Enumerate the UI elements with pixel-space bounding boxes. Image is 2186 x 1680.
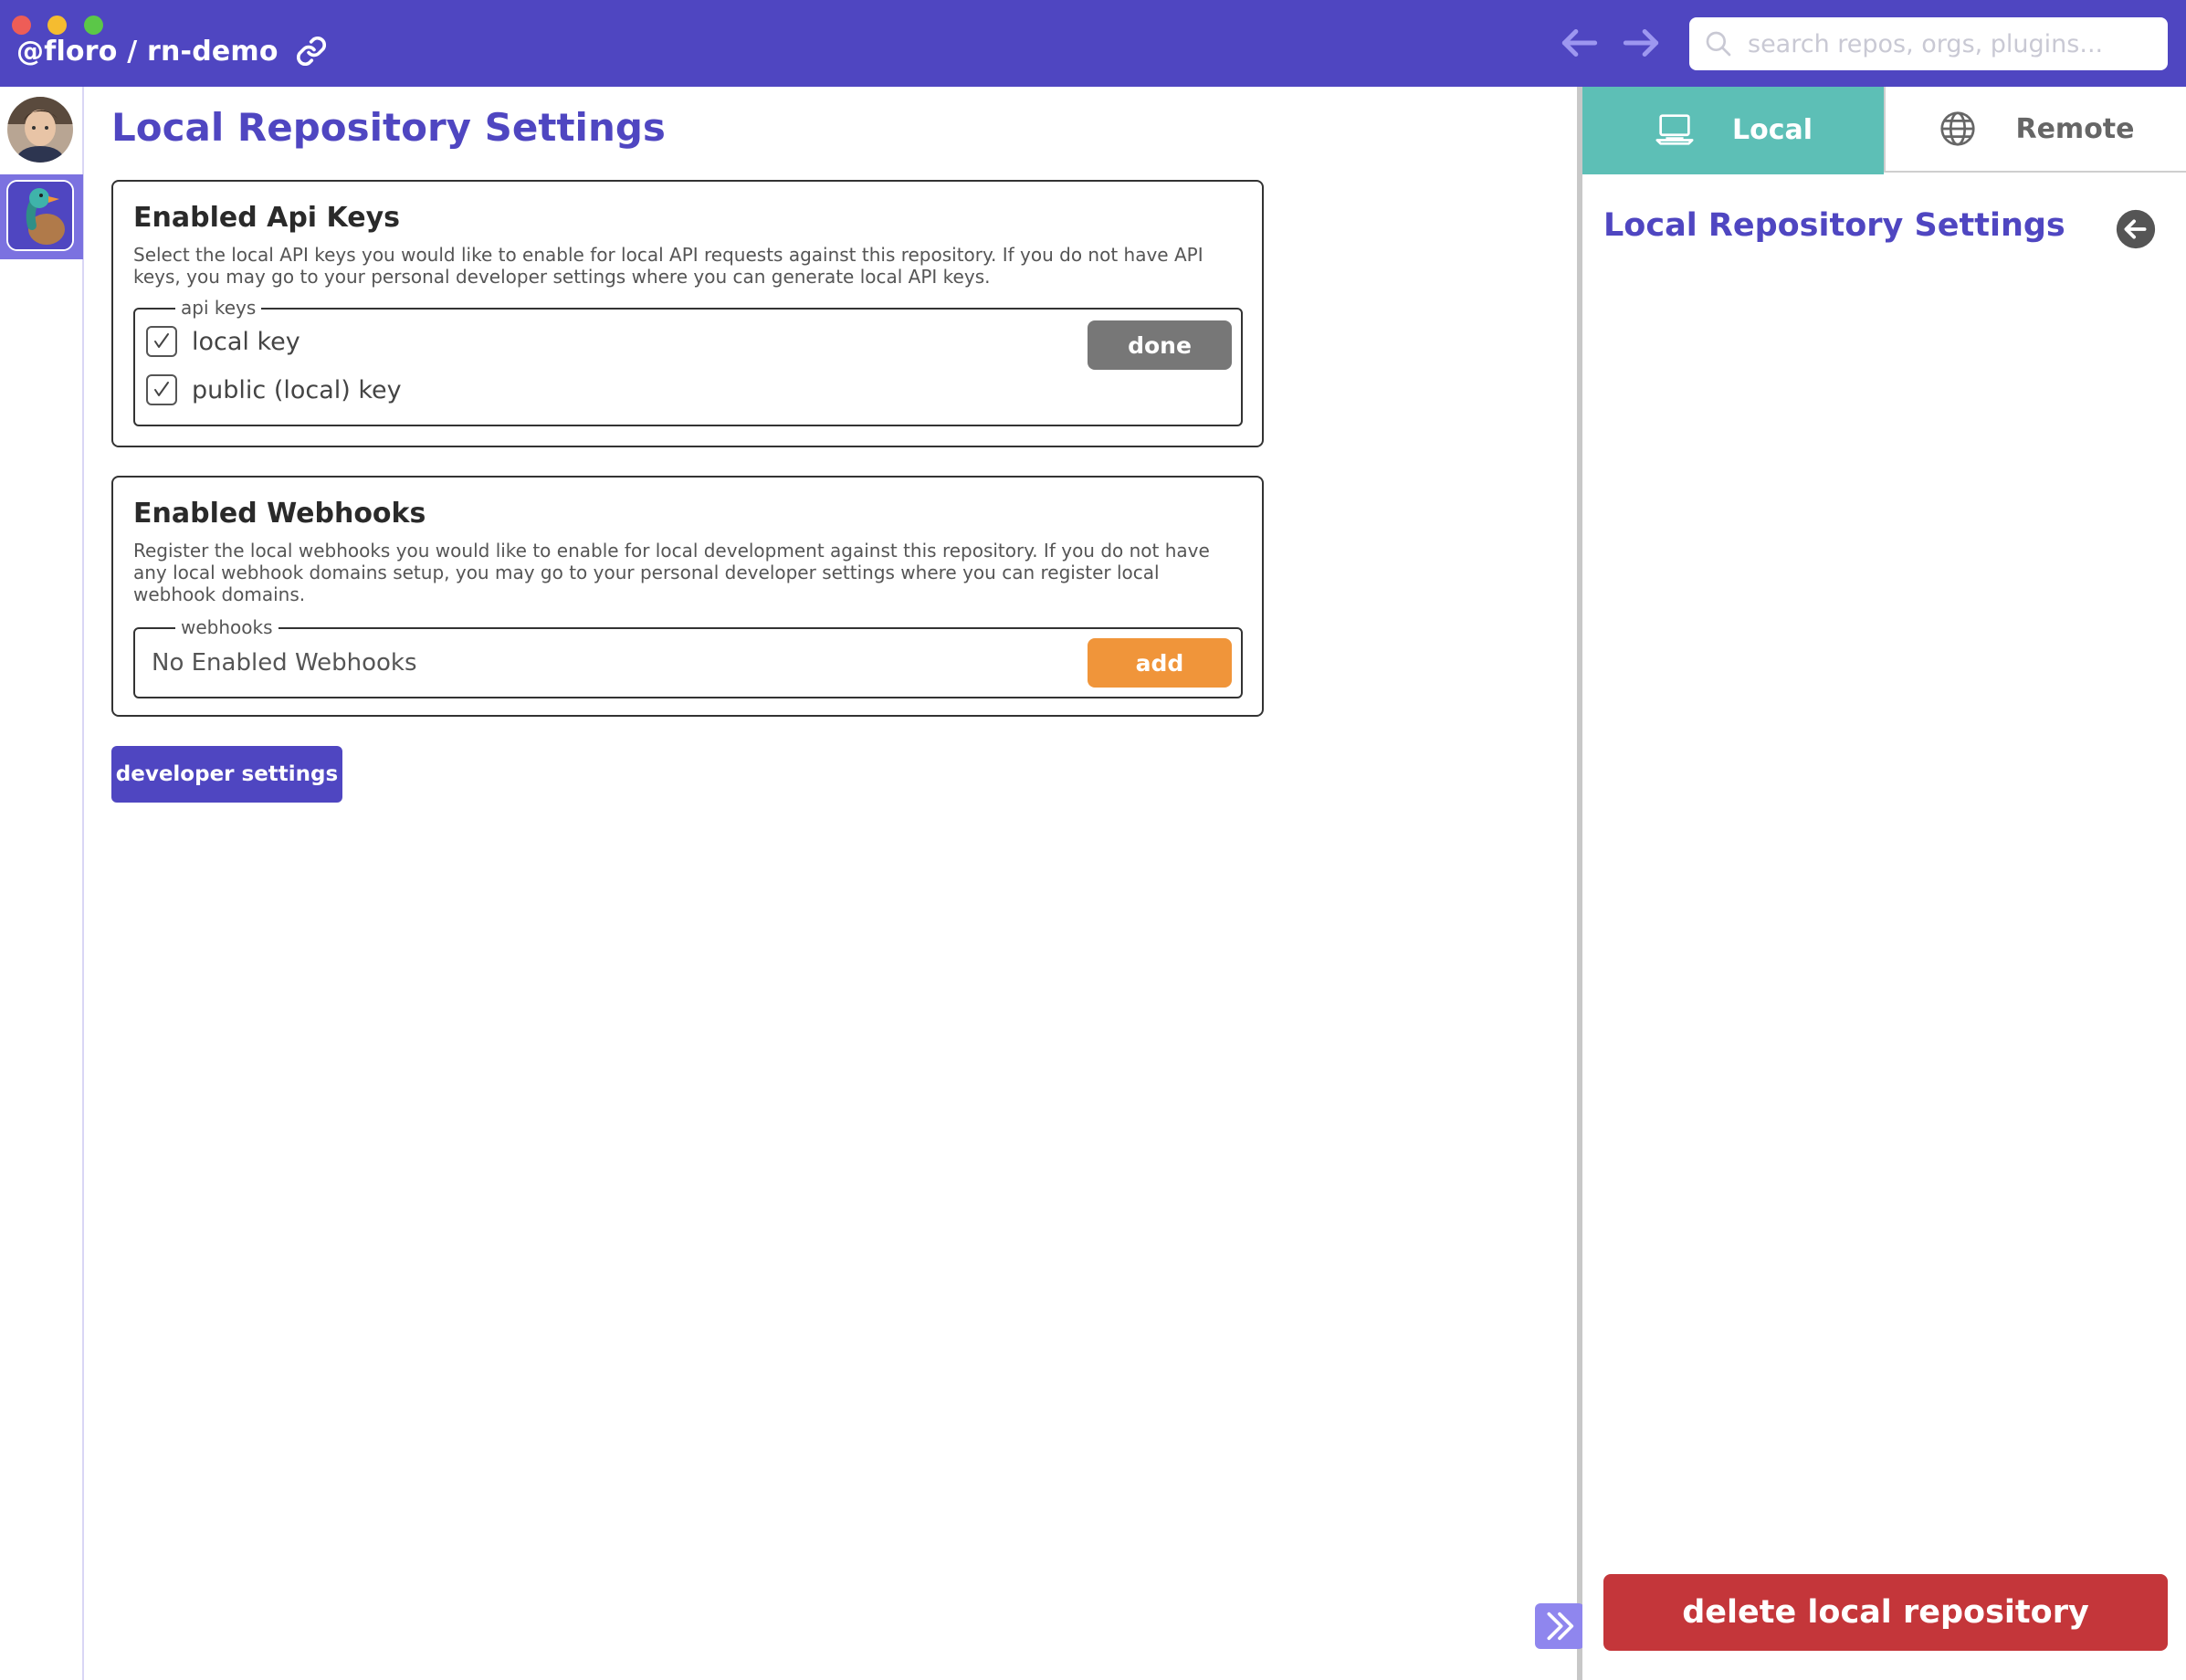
done-button[interactable]: done (1088, 320, 1232, 370)
check-icon (154, 382, 169, 396)
api-keys-description: Select the local API keys you would like… (133, 244, 1203, 288)
webhooks-empty-text: No Enabled Webhooks (152, 649, 417, 677)
laptop-icon (1655, 114, 1694, 145)
window-close-button[interactable] (12, 16, 31, 35)
api-keys-legend: api keys (175, 297, 262, 319)
tab-local[interactable]: Local (1582, 87, 1884, 173)
checkbox[interactable] (146, 374, 177, 405)
developer-settings-button[interactable]: developer settings (111, 746, 342, 803)
repo-breadcrumb: @floro / rn-demo (16, 35, 328, 68)
globe-icon (1940, 111, 1976, 146)
add-webhook-button[interactable]: add (1088, 638, 1232, 688)
webhooks-legend: webhooks (175, 616, 279, 638)
delete-local-repository-button[interactable]: delete local repository (1603, 1574, 2168, 1651)
arrow-left-icon[interactable] (1557, 20, 1603, 66)
sidebar-item-repository[interactable] (0, 174, 83, 259)
tab-label: Remote (2015, 112, 2135, 145)
checkbox[interactable] (146, 326, 177, 357)
left-rail (0, 87, 84, 1680)
window-minimize-button[interactable] (47, 16, 67, 35)
page-title: Local Repository Settings (111, 105, 666, 150)
webhooks-card: Enabled Webhooks Register the local webh… (111, 476, 1264, 717)
api-keys-card: Enabled Api Keys Select the local API ke… (111, 180, 1264, 447)
api-key-label: public (local) key (192, 375, 402, 404)
api-keys-title: Enabled Api Keys (133, 202, 401, 234)
tab-remote[interactable]: Remote (1884, 87, 2186, 173)
search-bar[interactable] (1689, 17, 2168, 70)
api-key-row-local[interactable]: local key (146, 326, 300, 357)
check-icon (154, 333, 169, 348)
duck-logo-icon (6, 180, 74, 251)
active-tab-indicator (1582, 173, 1884, 174)
search-icon (1706, 31, 1731, 57)
api-key-row-public[interactable]: public (local) key (146, 374, 402, 405)
webhooks-description: Register the local webhooks you would li… (133, 540, 1210, 605)
webhooks-fieldset: webhooks No Enabled Webhooks add (133, 616, 1243, 698)
panel-title: Local Repository Settings (1603, 207, 2065, 244)
double-chevron-right-icon (1547, 1612, 1574, 1641)
right-panel: Local Remote Local Repository Settings d… (1582, 87, 2186, 1680)
api-key-label: local key (192, 327, 300, 356)
api-keys-fieldset: api keys local key public (local) key do… (133, 297, 1243, 426)
arrow-right-icon[interactable] (1618, 20, 1664, 66)
title-bar: @floro / rn-demo (0, 0, 2186, 87)
repo-path-label[interactable]: @floro / rn-demo (16, 36, 279, 68)
window-maximize-button[interactable] (84, 16, 103, 35)
arrow-left-circle-icon[interactable] (2115, 208, 2157, 250)
avatar[interactable] (7, 97, 73, 163)
link-icon[interactable] (295, 35, 328, 68)
search-input[interactable] (1748, 29, 2149, 58)
expand-panel-button[interactable] (1535, 1603, 1584, 1649)
webhooks-title: Enabled Webhooks (133, 498, 426, 530)
tab-label: Local (1731, 113, 1813, 146)
